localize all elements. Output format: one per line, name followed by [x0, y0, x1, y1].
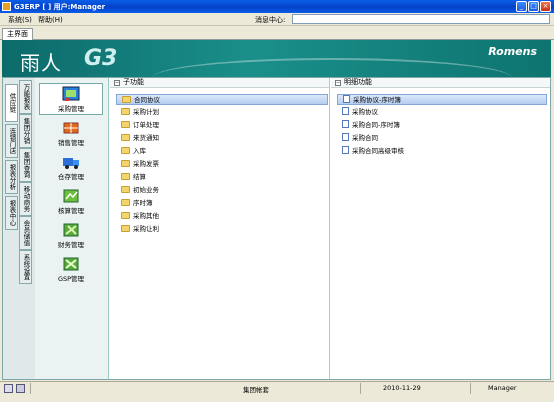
minimize-button[interactable]: _ [516, 1, 527, 12]
side-tab-universal-report[interactable]: 万能报表 [19, 80, 32, 114]
tree-item[interactable]: 采购计划 [121, 107, 159, 118]
side-tab-group-distribution[interactable]: 集团分销 [19, 114, 32, 148]
module-accounting[interactable]: 核算管理 [39, 186, 103, 218]
module-label: 财务管理 [58, 241, 84, 249]
collapse-icon[interactable]: − [114, 80, 120, 86]
tree-item[interactable]: 订单处理 [121, 120, 159, 131]
sub-function-pane: − 子功能 合同协议 采购计划 订单处理 来货通知 入库 采购发票 结算 初始业务… [110, 78, 330, 379]
side-tab-member-stored-value[interactable]: 会员储值 [19, 216, 32, 250]
folder-icon [121, 225, 130, 232]
module-label: 核算管理 [58, 207, 84, 215]
folder-icon [121, 173, 130, 180]
tree-item[interactable]: 初始业务 [121, 185, 159, 196]
side-tab-report-center[interactable]: 报表中心 [5, 196, 18, 230]
status-separator [30, 383, 31, 394]
purchase-icon [62, 86, 80, 101]
detail-function-header: − 明细功能 [331, 78, 550, 88]
module-label: 销售管理 [58, 139, 84, 147]
side-tab-system-settings[interactable]: 系统设置 [19, 250, 32, 284]
folder-icon [121, 199, 130, 206]
message-center-label: 消息中心: [255, 16, 286, 24]
module-purchase[interactable]: 采购管理 [39, 83, 103, 115]
status-bar: 集团帐套 2010-11-29 Manager [0, 381, 554, 394]
folder-icon [121, 121, 130, 128]
side-tab-group-query[interactable]: 集团查询 [19, 148, 32, 182]
status-user: Manager [488, 384, 517, 392]
window-title: G3ERP [ ] 用户:Manager [14, 3, 106, 11]
tab-main[interactable]: 主界面 [2, 28, 33, 40]
detail-function-pane: − 明细功能 采购协议-序时簿 采购协议 采购合同-序时簿 采购合同 采购合同高级… [331, 78, 550, 379]
title-bar: G3ERP [ ] 用户:Manager _ □ × [0, 0, 554, 13]
menu-help[interactable]: 帮助(H) [38, 15, 63, 25]
status-company: 集团帐套 [243, 386, 269, 394]
folder-icon [121, 186, 130, 193]
module-list: 采购管理 销售管理 仓存管理 核算管理 财务管理 GSP管理 [35, 78, 109, 379]
sub-function-header: − 子功能 [110, 78, 329, 88]
status-computer-icon[interactable] [16, 384, 25, 393]
detail-item[interactable]: 采购合同-序时簿 [342, 120, 400, 131]
document-icon [342, 120, 349, 128]
module-label: 仓存管理 [58, 173, 84, 181]
vendor-logo: Romens [488, 45, 537, 58]
detail-item[interactable]: 采购合同高级审核 [342, 146, 404, 157]
document-icon [342, 107, 349, 115]
gsp-icon [63, 257, 79, 271]
warehouse-icon [63, 158, 79, 169]
module-label: 采购管理 [58, 105, 84, 113]
maximize-button[interactable]: □ [528, 1, 539, 12]
collapse-icon[interactable]: − [335, 80, 341, 86]
tree-item[interactable]: 入库 [121, 146, 146, 157]
tree-item[interactable]: 采购发票 [121, 159, 159, 170]
detail-item[interactable]: 采购合同 [342, 133, 378, 144]
status-date: 2010-11-29 [383, 384, 421, 392]
status-settings-icon[interactable] [4, 384, 13, 393]
folder-icon [122, 96, 131, 103]
menu-system[interactable]: 系统(S) [8, 15, 32, 25]
tree-item[interactable]: 采购其他 [121, 211, 159, 222]
tree-item[interactable]: 序时簿 [121, 198, 153, 209]
accounting-icon [63, 189, 79, 203]
folder-icon [121, 160, 130, 167]
message-center-field[interactable] [292, 14, 550, 24]
folder-icon [121, 108, 130, 115]
tab-strip: 主界面 [0, 27, 554, 40]
tree-item[interactable]: 合同协议 [116, 94, 328, 105]
module-sales[interactable]: 销售管理 [39, 118, 103, 150]
close-button[interactable]: × [540, 1, 551, 12]
side-tab-chain-store[interactable]: 连锁门店 [5, 124, 18, 158]
side-tab-supply-chain[interactable]: 供应链 [5, 84, 18, 122]
module-label: GSP管理 [57, 275, 85, 283]
module-gsp[interactable]: GSP管理 [39, 254, 103, 286]
detail-item[interactable]: 采购协议-序时簿 [337, 94, 547, 105]
tree-item[interactable]: 结算 [121, 172, 146, 183]
product-logo: G3 [84, 46, 118, 71]
folder-icon [121, 212, 130, 219]
module-finance[interactable]: 财务管理 [39, 220, 103, 252]
banner: 雨人 G3 Romens [2, 40, 551, 77]
module-warehouse[interactable]: 仓存管理 [39, 152, 103, 184]
status-separator [360, 383, 361, 394]
finance-icon [63, 223, 79, 237]
sales-icon [63, 122, 79, 134]
folder-icon [121, 147, 130, 154]
brand-name: 雨人 [20, 51, 62, 75]
document-icon [342, 133, 349, 141]
detail-item[interactable]: 采购协议 [342, 107, 378, 118]
document-icon [342, 146, 349, 154]
banner-swoosh [152, 58, 512, 77]
side-tab-mobile-commerce[interactable]: 移动商务 [19, 182, 32, 216]
tree-item[interactable]: 来货通知 [121, 133, 159, 144]
app-icon[interactable] [2, 2, 11, 11]
document-icon [343, 95, 350, 103]
menu-bar: 系统(S) 帮助(H) 消息中心: [0, 13, 554, 26]
main-panel: 供应链 万能报表 集团分销 连锁门店 集团查询 报表分析 移动商务 报表中心 会… [2, 77, 551, 380]
folder-icon [121, 134, 130, 141]
category-tabs: 供应链 万能报表 集团分销 连锁门店 集团查询 报表分析 移动商务 报表中心 会… [3, 78, 35, 379]
side-tab-report-analysis[interactable]: 报表分析 [5, 160, 18, 194]
tree-item[interactable]: 采购让利 [121, 224, 159, 235]
status-separator [470, 383, 471, 394]
